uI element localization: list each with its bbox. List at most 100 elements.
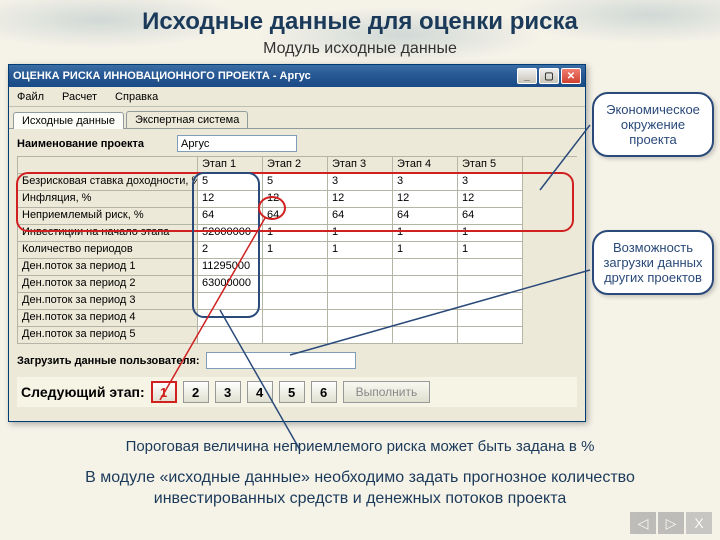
grid-cell[interactable] — [198, 327, 263, 344]
grid-cell[interactable]: 64 — [198, 208, 263, 225]
grid-cell[interactable]: 12 — [393, 191, 458, 208]
menu-file[interactable]: Файл — [13, 90, 48, 104]
col-header: Этап 3 — [328, 157, 393, 174]
grid-cell[interactable]: 12 — [263, 191, 328, 208]
row-header: Ден.поток за период 3 — [18, 293, 198, 310]
stage-button-4[interactable]: 4 — [247, 381, 273, 403]
grid-cell[interactable]: 1 — [263, 242, 328, 259]
titlebar: ОЦЕНКА РИСКА ИННОВАЦИОННОГО ПРОЕКТА - Ар… — [9, 65, 585, 87]
grid-cell[interactable] — [263, 293, 328, 310]
grid-cell[interactable]: 1 — [458, 225, 523, 242]
row-header: Безрисковая ставка доходности, % — [18, 174, 198, 191]
row-header: Количество периодов — [18, 242, 198, 259]
close-button[interactable]: ✕ — [561, 68, 581, 84]
nav-prev-button[interactable]: ◁ — [630, 512, 656, 534]
grid-cell[interactable] — [393, 293, 458, 310]
col-header: Этап 5 — [458, 157, 523, 174]
menu-calc[interactable]: Расчет — [58, 90, 101, 104]
grid-cell[interactable]: 64 — [328, 208, 393, 225]
grid-cell[interactable] — [458, 293, 523, 310]
col-header: Этап 2 — [263, 157, 328, 174]
window-title: ОЦЕНКА РИСКА ИННОВАЦИОННОГО ПРОЕКТА - Ар… — [13, 70, 515, 82]
grid-cell[interactable]: 52000000 — [198, 225, 263, 242]
grid-cell[interactable]: 11295000 — [198, 259, 263, 276]
grid-cell[interactable] — [458, 259, 523, 276]
load-input[interactable] — [206, 352, 356, 369]
menu-help[interactable]: Справка — [111, 90, 162, 104]
grid-cell[interactable]: 12 — [458, 191, 523, 208]
grid-cell[interactable]: 1 — [458, 242, 523, 259]
grid-cell[interactable] — [263, 327, 328, 344]
grid-cell[interactable]: 12 — [328, 191, 393, 208]
menubar: Файл Расчет Справка — [9, 87, 585, 107]
grid-cell[interactable]: 12 — [198, 191, 263, 208]
grid-cell[interactable] — [393, 327, 458, 344]
grid-cell[interactable] — [458, 327, 523, 344]
grid-cell[interactable] — [328, 327, 393, 344]
grid-cell[interactable]: 1 — [263, 225, 328, 242]
grid-cell[interactable]: 3 — [458, 174, 523, 191]
grid-cell[interactable]: 3 — [328, 174, 393, 191]
grid-cell[interactable] — [328, 276, 393, 293]
grid-cell[interactable] — [328, 259, 393, 276]
row-header: Ден.поток за период 5 — [18, 327, 198, 344]
grid-cell[interactable]: 1 — [328, 242, 393, 259]
grid-cell[interactable] — [328, 293, 393, 310]
grid-cell[interactable] — [393, 310, 458, 327]
stage-button-3[interactable]: 3 — [215, 381, 241, 403]
stage-label: Следующий этап: — [21, 384, 145, 400]
row-header: Инфляция, % — [18, 191, 198, 208]
grid-cell[interactable]: 2 — [198, 242, 263, 259]
maximize-button[interactable]: ▢ — [539, 68, 559, 84]
row-header: Ден.поток за период 4 — [18, 310, 198, 327]
grid-cell[interactable]: 1 — [393, 242, 458, 259]
grid-cell[interactable] — [458, 310, 523, 327]
grid-cell[interactable] — [458, 276, 523, 293]
stage-button-5[interactable]: 5 — [279, 381, 305, 403]
grid-cell[interactable]: 64 — [393, 208, 458, 225]
grid-cell[interactable]: 1 — [328, 225, 393, 242]
col-header: Этап 1 — [198, 157, 263, 174]
grid-cell[interactable]: 63000000 — [198, 276, 263, 293]
grid-cell[interactable]: 5 — [198, 174, 263, 191]
footer-line-2: В модуле «исходные данные» необходимо за… — [20, 468, 700, 510]
footer-line-1: Пороговая величина неприемлемого риска м… — [20, 438, 700, 455]
window-content: Наименование проекта Аргус Этап 1 Этап 2… — [9, 129, 585, 421]
tab-expert[interactable]: Экспертная система — [126, 111, 248, 128]
project-label: Наименование проекта — [17, 138, 177, 150]
row-header: Неприемлемый риск, % — [18, 208, 198, 225]
grid-cell[interactable] — [198, 293, 263, 310]
grid-cell[interactable]: 3 — [393, 174, 458, 191]
col-header: Этап 4 — [393, 157, 458, 174]
grid-cell[interactable]: 1 — [393, 225, 458, 242]
execute-button[interactable]: Выполнить — [343, 381, 431, 403]
stage-button-2[interactable]: 2 — [183, 381, 209, 403]
nav-close-button[interactable]: X — [686, 512, 712, 534]
grid-cell[interactable] — [263, 276, 328, 293]
tab-data[interactable]: Исходные данные — [13, 112, 124, 129]
row-header: Ден.поток за период 1 — [18, 259, 198, 276]
grid-corner — [18, 157, 198, 174]
grid-cell[interactable]: 5 — [263, 174, 328, 191]
project-input[interactable]: Аргус — [177, 135, 297, 152]
grid-cell[interactable] — [263, 310, 328, 327]
callout-load: Возможность загрузки данных других проек… — [592, 230, 714, 295]
grid-cell[interactable]: 64 — [458, 208, 523, 225]
grid-cell[interactable] — [328, 310, 393, 327]
grid-cell[interactable] — [198, 310, 263, 327]
data-grid: Этап 1 Этап 2 Этап 3 Этап 4 Этап 5 Безри… — [17, 156, 577, 344]
grid-cell[interactable] — [393, 276, 458, 293]
stage-button-1[interactable]: 1 — [151, 381, 177, 403]
grid-cell[interactable] — [393, 259, 458, 276]
callout-economic: Экономическое окружение проекта — [592, 92, 714, 157]
tabbar: Исходные данные Экспертная система — [9, 107, 585, 129]
stage-row: Следующий этап: 1 2 3 4 5 6 Выполнить — [17, 377, 577, 407]
minimize-button[interactable]: _ — [517, 68, 537, 84]
slide-subtitle: Модуль исходные данные — [0, 40, 720, 58]
nav-next-button[interactable]: ▷ — [658, 512, 684, 534]
app-window: ОЦЕНКА РИСКА ИННОВАЦИОННОГО ПРОЕКТА - Ар… — [8, 64, 586, 422]
grid-cell[interactable]: 64 — [263, 208, 328, 225]
grid-cell[interactable] — [263, 259, 328, 276]
slide-title: Исходные данные для оценки риска — [0, 8, 720, 36]
stage-button-6[interactable]: 6 — [311, 381, 337, 403]
